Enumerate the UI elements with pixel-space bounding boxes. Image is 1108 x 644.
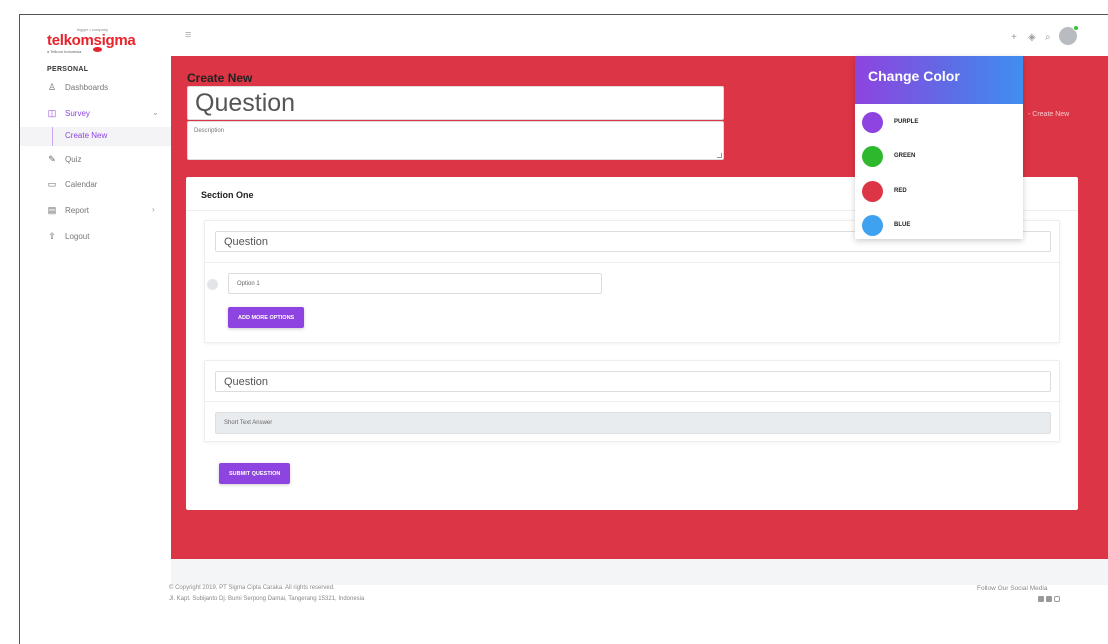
sidebar-item-dashboards[interactable]: ♙ Dashboards xyxy=(47,80,108,94)
app-window: bigger • company telkomsigma a Telkom In… xyxy=(19,14,1108,644)
sidebar-item-survey[interactable]: ◫ Survey xyxy=(47,106,90,120)
color-label: BLUE xyxy=(894,222,911,228)
purple-swatch-icon xyxy=(862,111,883,133)
instagram-icon[interactable] xyxy=(1054,596,1060,602)
sidebar: bigger • company telkomsigma a Telkom In… xyxy=(20,15,171,644)
sidebar-item-label: Quiz xyxy=(65,154,82,164)
breadcrumb[interactable]: - Create New xyxy=(1028,111,1069,118)
calendar-icon: ▭ xyxy=(47,178,57,189)
description-placeholder: Description xyxy=(194,128,225,134)
footer-address: Jl. Kapt. Subijanto Dj. Bumi Serpong Dam… xyxy=(169,596,365,602)
sidebar-item-calendar[interactable]: ▭ Calendar xyxy=(47,177,98,191)
sidebar-item-logout[interactable]: ⇧ Logout xyxy=(47,229,89,243)
green-swatch-icon xyxy=(862,145,883,167)
logout-icon: ⇧ xyxy=(48,230,56,241)
brand-mark-icon xyxy=(93,47,102,52)
search-icon[interactable]: ⌕ xyxy=(1045,32,1051,43)
social-links xyxy=(1038,596,1060,602)
color-option-green[interactable]: GREEN xyxy=(862,145,915,167)
page-title: Create New xyxy=(187,71,253,85)
survey-title-input[interactable]: Question xyxy=(187,86,724,120)
red-swatch-icon xyxy=(862,180,883,202)
resize-handle-icon[interactable] xyxy=(717,153,722,158)
nav-heading: PERSONAL xyxy=(47,66,89,73)
color-label: PURPLE xyxy=(894,119,919,125)
dropdown-title: Change Color xyxy=(868,68,960,84)
brand-sub: a Telkom Indonesia xyxy=(47,49,82,54)
color-option-purple[interactable]: PURPLE xyxy=(862,111,918,133)
option-input[interactable]: Option 1 xyxy=(228,273,602,294)
facebook-icon[interactable] xyxy=(1038,596,1044,602)
dropdown-header: Change Color xyxy=(855,56,1023,104)
edit-icon: ✎ xyxy=(48,153,56,164)
topbar: ≡ + ◈ ⌕ xyxy=(171,15,1108,56)
question-input[interactable]: Question xyxy=(215,371,1051,392)
paint-bucket-icon[interactable]: ◈ xyxy=(1028,32,1036,43)
sidebar-item-label: Survey xyxy=(65,108,90,118)
divider xyxy=(205,401,1061,402)
color-label: RED xyxy=(894,188,907,194)
short-text-answer-field: Short Text Answer xyxy=(215,412,1051,434)
description-textarea[interactable]: Description xyxy=(187,121,724,160)
online-status-dot xyxy=(1073,25,1079,31)
chevron-right-icon[interactable]: › xyxy=(152,205,155,214)
menu-toggle-icon[interactable]: ≡ xyxy=(185,29,191,41)
blue-swatch-icon xyxy=(862,214,883,236)
report-icon: ▤ xyxy=(47,204,57,215)
radio-button[interactable] xyxy=(207,279,218,290)
color-option-red[interactable]: RED xyxy=(862,180,907,202)
youtube-icon[interactable] xyxy=(1046,596,1052,602)
footer-follow-label: Follow Our Social Media xyxy=(977,585,1048,592)
chevron-down-icon[interactable]: ⌄ xyxy=(152,108,159,117)
section-title: Section One xyxy=(201,190,254,200)
change-color-dropdown: Change Color PURPLE GREEN RED BLUE xyxy=(855,56,1023,239)
color-option-blue[interactable]: BLUE xyxy=(862,214,910,236)
dashboard-icon: ♙ xyxy=(47,81,57,92)
question-card-short-text: Question Short Text Answer xyxy=(204,360,1061,442)
sidebar-item-report[interactable]: ▤ Report xyxy=(47,203,89,217)
color-label: GREEN xyxy=(894,153,916,159)
sidebar-item-label: Report xyxy=(65,205,90,215)
sub-item-line xyxy=(52,127,53,146)
book-icon: ◫ xyxy=(47,107,57,118)
submit-question-button[interactable]: SUBMIT QUESTION xyxy=(219,463,291,484)
add-more-options-button[interactable]: ADD MORE OPTIONS xyxy=(228,307,305,328)
brand-name: telkomsigma xyxy=(47,32,136,49)
footer-copyright: © Copyright 2019. PT Sigma Cipta Caraka.… xyxy=(169,585,335,591)
sidebar-item-label: Logout xyxy=(65,231,90,241)
footer-spacer xyxy=(171,559,1108,585)
sidebar-subitem-create-new[interactable]: Create New xyxy=(65,131,107,140)
sidebar-item-label: Calendar xyxy=(65,179,98,189)
brand-logo[interactable]: bigger • company telkomsigma a Telkom In… xyxy=(47,27,147,54)
divider xyxy=(205,262,1061,263)
sidebar-item-label: Dashboards xyxy=(65,82,109,92)
plus-icon[interactable]: + xyxy=(1011,32,1017,43)
sidebar-item-quiz[interactable]: ✎ Quiz xyxy=(47,152,81,166)
